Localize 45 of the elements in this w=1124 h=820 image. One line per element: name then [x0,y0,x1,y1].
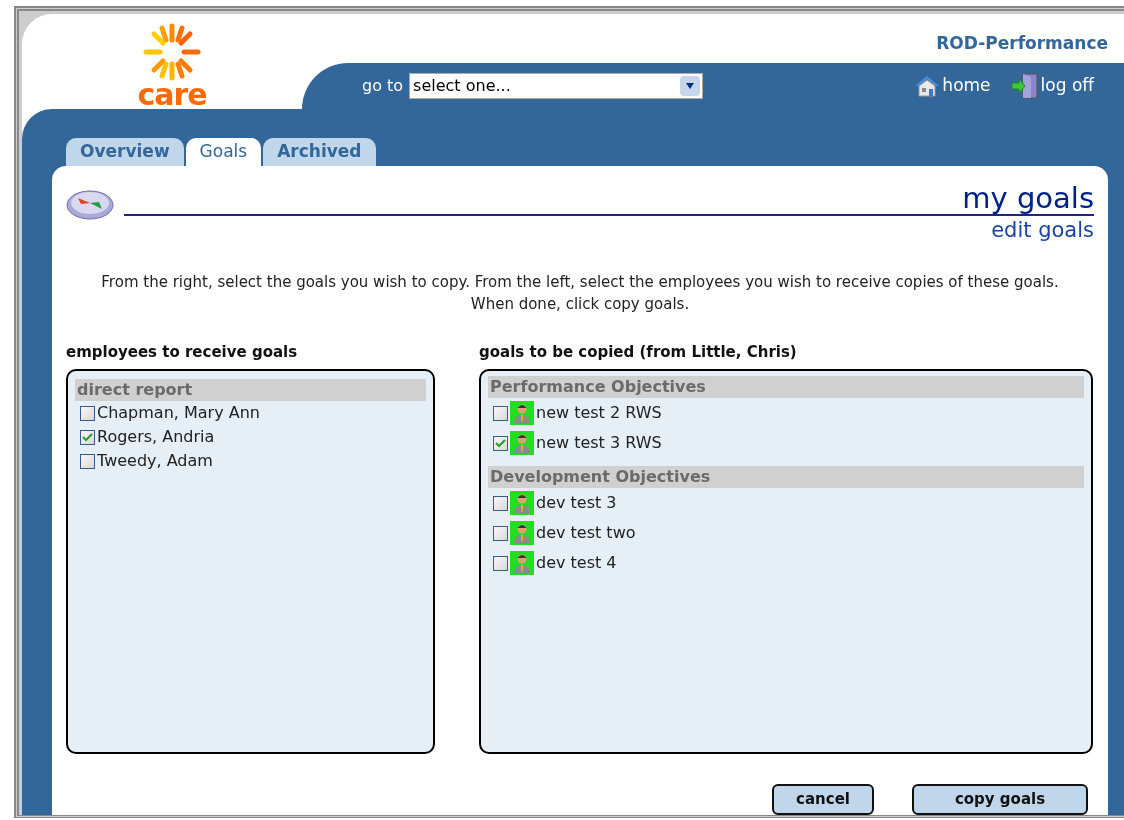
person-icon [510,521,534,545]
home-link[interactable]: home [914,73,991,99]
column-heading: employees to receive goals [66,342,299,363]
page-subtitle: edit goals [991,217,1094,244]
go-to-label: go to [362,75,404,97]
instructions-text: From the right, select the goals you wish to copy. From the left, select the employees you wish to receive copies of these goals. When done, click copy goals. [100,272,1060,315]
goal-name: new test 2 RWS [536,402,662,424]
logo-text: care [137,82,207,108]
checkbox[interactable] [80,453,95,469]
checkbox[interactable] [493,525,508,541]
employee-name: Chapman, Mary Ann [97,402,260,424]
person-icon [510,401,534,425]
goal-name: dev test 3 [536,492,617,514]
action-button[interactable]: copy goals [912,784,1088,815]
tab[interactable]: Goals [185,138,262,166]
group-header: Development Objectives [488,466,1084,488]
checkbox[interactable] [493,435,508,451]
group-header: Performance Objectives [488,376,1084,398]
tab[interactable]: Overview [66,138,184,166]
person-icon [510,551,534,575]
dropdown-caret-icon [680,76,701,96]
group-header: direct report [75,379,426,401]
go-to-dropdown[interactable]: select one... [409,73,704,99]
person-icon [510,491,534,515]
compass-icon [66,188,114,220]
page-title: my goals [962,182,1094,214]
log-off-link[interactable]: log off [1010,73,1094,99]
goal-name: new test 3 RWS [536,432,662,454]
person-icon [510,431,534,455]
goal-name: dev test 4 [536,552,617,574]
checkbox[interactable] [493,495,508,511]
exit-door-icon [1010,73,1039,99]
goal-name: dev test two [536,522,636,544]
employee-name: Rogers, Andria [97,426,215,448]
house-icon [914,74,941,98]
checkbox[interactable] [80,429,95,445]
checkbox[interactable] [493,405,508,421]
action-button[interactable]: cancel [772,784,874,815]
employee-name: Tweedy, Adam [97,450,213,472]
column-heading: goals to be copied (from Little, Chris) [479,342,798,363]
app-title: ROD-Performance [936,32,1108,55]
tab[interactable]: Archived [263,138,376,166]
checkbox[interactable] [80,405,95,421]
checkbox[interactable] [493,555,508,571]
logo-sunburst-icon [142,22,202,82]
